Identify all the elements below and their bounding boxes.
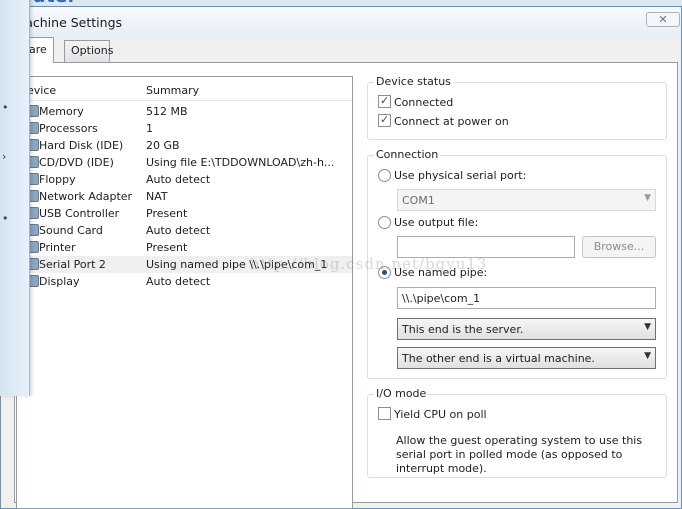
device-summary: Auto detect — [146, 275, 211, 288]
device-summary: 20 GB — [146, 139, 180, 152]
side-navigation-panel: • › • — [0, 0, 30, 396]
io-mode-legend: I/O mode — [374, 387, 429, 400]
chevron-down-icon: ▼ — [644, 193, 651, 203]
device-summary: Present — [146, 241, 188, 254]
device-row[interactable]: Printer Present — [17, 239, 352, 256]
connect-at-power-on-checkbox[interactable] — [378, 113, 391, 127]
device-list-header: evice Summary — [17, 79, 352, 101]
device-summary: 1 — [146, 122, 153, 135]
device-row[interactable]: Network Adapter NAT — [17, 188, 352, 205]
browse-button[interactable]: Browse... — [582, 236, 656, 258]
device-status-legend: Device status — [374, 75, 453, 88]
physical-port-select[interactable]: COM1 ▼ — [397, 189, 656, 211]
tab-options[interactable]: Options — [64, 40, 114, 62]
connect-at-power-on-label[interactable]: Connect at power on — [394, 115, 509, 128]
device-summary: NAT — [146, 190, 168, 203]
chevron-down-icon: ▼ — [644, 351, 651, 361]
device-row[interactable]: Memory 512 MB — [17, 103, 352, 120]
column-device[interactable]: evice — [27, 84, 56, 97]
column-summary[interactable]: Summary — [146, 84, 199, 97]
device-name: USB Controller — [39, 207, 120, 220]
title-bar: l Machine Settings ✕ — [1, 7, 681, 37]
device-row[interactable]: Display Auto detect — [17, 273, 352, 290]
device-summary: Present — [146, 207, 188, 220]
device-status-group: Device status — [367, 75, 667, 140]
device-name: CD/DVD (IDE) — [39, 156, 114, 169]
device-name: Sound Card — [39, 224, 103, 237]
other-end-value: The other end is a virtual machine. — [402, 352, 595, 365]
connected-checkbox[interactable] — [378, 94, 391, 108]
use-physical-serial-port-radio[interactable] — [378, 169, 391, 182]
device-row[interactable]: Sound Card Auto detect — [17, 222, 352, 239]
device-summary: 512 MB — [146, 105, 188, 118]
this-end-value: This end is the server. — [402, 323, 524, 336]
tab-options-label: Options — [71, 44, 114, 57]
device-name: Floppy — [39, 173, 76, 186]
physical-port-value: COM1 — [402, 194, 435, 207]
named-pipe-input[interactable]: \\.\pipe\com_1 — [397, 287, 656, 309]
close-icon: ✕ — [658, 13, 668, 26]
use-output-file-radio[interactable] — [378, 216, 391, 229]
device-name: Printer — [39, 241, 76, 254]
io-mode-description: Allow the guest operating system to use … — [396, 434, 643, 475]
use-physical-serial-port-label[interactable]: Use physical serial port: — [394, 169, 526, 182]
close-button[interactable]: ✕ — [646, 12, 680, 27]
device-row[interactable]: USB Controller Present — [17, 205, 352, 222]
yield-cpu-checkbox[interactable] — [378, 407, 391, 420]
device-name: Display — [39, 275, 80, 288]
side-arrow-icon: › — [2, 150, 7, 163]
device-row[interactable]: Hard Disk (IDE) 20 GB — [17, 137, 352, 154]
device-name: Hard Disk (IDE) — [39, 139, 124, 152]
side-dot-icon: • — [2, 101, 9, 114]
yield-cpu-label[interactable]: Yield CPU on poll — [394, 408, 487, 421]
watermark-text: http://blog.csdn.net/bgyu13 — [250, 255, 488, 273]
connection-legend: Connection — [374, 148, 441, 161]
device-name: Serial Port 2 — [39, 258, 106, 271]
device-summary: Using file E:\TDDOWNLOAD\zh-h... — [146, 156, 335, 169]
device-summary: Auto detect — [146, 173, 211, 186]
device-row[interactable]: Processors 1 — [17, 120, 352, 137]
device-row[interactable]: Floppy Auto detect — [17, 171, 352, 188]
chevron-down-icon: ▼ — [644, 322, 651, 332]
other-end-select[interactable]: The other end is a virtual machine. ▼ — [397, 347, 656, 369]
connected-label[interactable]: Connected — [394, 96, 453, 109]
device-name: Processors — [39, 122, 98, 135]
use-output-file-label[interactable]: Use output file: — [394, 216, 478, 229]
side-dot-icon: • — [2, 212, 9, 225]
this-end-select[interactable]: This end is the server. ▼ — [397, 318, 656, 340]
device-name: Network Adapter — [39, 190, 133, 203]
device-list[interactable]: evice Summary Memory 512 MB Processors 1 Har… — [16, 76, 353, 509]
device-name: Memory — [39, 105, 84, 118]
device-row[interactable]: CD/DVD (IDE) Using file E:\TDDOWNLOAD\zh-… — [17, 154, 352, 171]
device-summary: Auto detect — [146, 224, 211, 237]
